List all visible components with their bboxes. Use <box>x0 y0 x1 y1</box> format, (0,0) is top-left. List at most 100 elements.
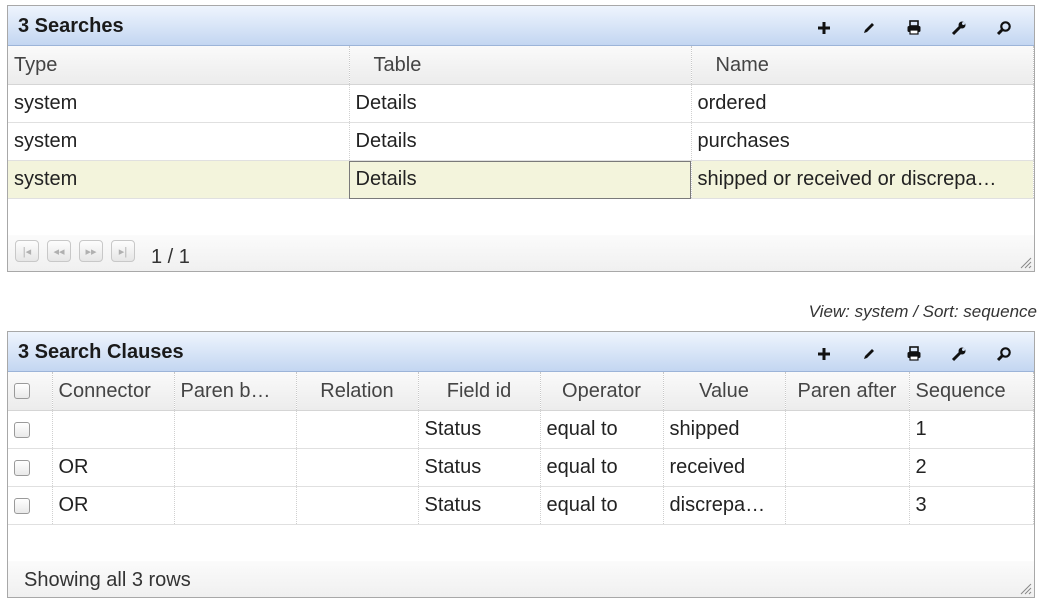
table-row[interactable]: system Details ordered <box>8 84 1034 123</box>
cell-paren-after[interactable] <box>785 448 910 487</box>
column-header-type[interactable]: Type <box>8 46 350 85</box>
cell-paren-after[interactable] <box>785 486 910 525</box>
row-checkbox[interactable] <box>14 421 30 438</box>
column-header-field-id[interactable]: Field id <box>418 372 541 411</box>
column-header-paren-before[interactable]: Paren b… <box>174 372 297 411</box>
row-checkbox[interactable] <box>14 459 30 476</box>
table-row[interactable]: system Details purchases <box>8 122 1034 161</box>
cell-type[interactable]: system <box>8 122 350 161</box>
cell-value[interactable]: discrepa… <box>663 486 786 525</box>
edit-icon <box>863 23 874 33</box>
cell-connector[interactable]: OR <box>52 448 175 487</box>
next-page-icon: ▸▸ <box>85 245 97 258</box>
table-row-selected[interactable]: system Details shipped or received or di… <box>8 160 1034 199</box>
column-header-relation[interactable]: Relation <box>296 372 419 411</box>
add-icon <box>817 22 830 34</box>
resize-grip-icon[interactable] <box>1020 257 1032 269</box>
cell-sequence[interactable]: 3 <box>909 486 1034 525</box>
cell-paren-before[interactable] <box>174 486 297 525</box>
column-header-sequence[interactable]: Sequence <box>909 372 1034 411</box>
row-checkbox-cell <box>8 448 53 487</box>
searches-title: 3 Searches <box>18 15 124 37</box>
search-icon <box>996 347 1011 362</box>
cell-relation[interactable] <box>296 410 419 449</box>
view-sort-info: View: system / Sort: sequence <box>808 302 1037 321</box>
settings-wrench-icon <box>951 21 965 36</box>
settings-wrench-icon <box>951 347 965 362</box>
cell-name[interactable]: purchases <box>691 122 1034 161</box>
table-row[interactable]: Status equal to shipped 1 <box>8 410 1034 449</box>
column-header-operator[interactable]: Operator <box>540 372 664 411</box>
searches-header-row: Type Table Name <box>8 46 1034 85</box>
column-header-value[interactable]: Value <box>663 372 786 411</box>
cell-field-id[interactable]: Status <box>418 448 541 487</box>
print-button[interactable] <box>891 343 936 365</box>
cell-paren-before[interactable] <box>174 410 297 449</box>
print-icon <box>907 346 920 361</box>
table-row[interactable]: OR Status equal to discrepa… 3 <box>8 486 1034 525</box>
column-header-connector[interactable]: Connector <box>52 372 175 411</box>
add-button[interactable] <box>801 17 846 39</box>
settings-button[interactable] <box>936 17 981 39</box>
prev-page-button[interactable]: ◂◂ <box>47 240 71 262</box>
clauses-title: 3 Search Clauses <box>18 341 184 363</box>
cell-table[interactable]: Details <box>349 160 692 199</box>
cell-operator[interactable]: equal to <box>540 448 664 487</box>
print-icon <box>907 20 920 35</box>
cell-field-id[interactable]: Status <box>418 410 541 449</box>
select-all-checkbox-cell <box>8 372 53 411</box>
pager: |◂ ◂◂ ▸▸ ▸| 1 / 1 <box>8 235 1034 271</box>
cell-operator[interactable]: equal to <box>540 486 664 525</box>
clauses-footer: Showing all 3 rows <box>8 561 1034 597</box>
cell-type[interactable]: system <box>8 84 350 123</box>
first-page-button[interactable]: |◂ <box>15 240 39 262</box>
column-header-table[interactable]: Table <box>349 46 692 85</box>
cell-table[interactable]: Details <box>349 84 692 123</box>
cell-sequence[interactable]: 1 <box>909 410 1034 449</box>
cell-value[interactable]: shipped <box>663 410 786 449</box>
cell-field-id[interactable]: Status <box>418 486 541 525</box>
cell-sequence[interactable]: 2 <box>909 448 1034 487</box>
select-all-checkbox[interactable] <box>14 383 30 400</box>
table-row[interactable]: OR Status equal to received 2 <box>8 448 1034 487</box>
searches-panel: 3 Searches Type Table Name system Detail… <box>7 5 1035 272</box>
last-page-button[interactable]: ▸| <box>111 240 135 262</box>
row-checkbox-cell <box>8 486 53 525</box>
row-checkbox[interactable] <box>14 497 30 514</box>
cell-operator[interactable]: equal to <box>540 410 664 449</box>
cell-name[interactable]: shipped or received or discrepa… <box>691 160 1034 199</box>
search-button[interactable] <box>981 343 1026 365</box>
resize-grip-icon[interactable] <box>1020 583 1032 595</box>
cell-type[interactable]: system <box>8 160 350 199</box>
settings-button[interactable] <box>936 343 981 365</box>
searches-table: Type Table Name system Details ordered s… <box>8 46 1034 199</box>
row-count-status: Showing all 3 rows <box>24 569 191 591</box>
page-indicator: 1 / 1 <box>151 246 190 268</box>
column-header-paren-after[interactable]: Paren after <box>785 372 910 411</box>
search-icon <box>996 21 1011 36</box>
add-button[interactable] <box>801 343 846 365</box>
cell-connector[interactable]: OR <box>52 486 175 525</box>
cell-name[interactable]: ordered <box>691 84 1034 123</box>
search-button[interactable] <box>981 17 1026 39</box>
cell-paren-after[interactable] <box>785 410 910 449</box>
cell-paren-before[interactable] <box>174 448 297 487</box>
clauses-header-row: Connector Paren b… Relation Field id Ope… <box>8 372 1034 411</box>
next-page-button[interactable]: ▸▸ <box>79 240 103 262</box>
first-page-icon: |◂ <box>22 245 32 258</box>
cell-relation[interactable] <box>296 486 419 525</box>
cell-table[interactable]: Details <box>349 122 692 161</box>
searches-titlebar: 3 Searches <box>8 6 1034 46</box>
cell-connector[interactable] <box>52 410 175 449</box>
prev-page-icon: ◂◂ <box>53 245 65 258</box>
edit-button[interactable] <box>846 343 891 365</box>
edit-button[interactable] <box>846 17 891 39</box>
clauses-toolbar <box>801 343 1026 365</box>
cell-value[interactable]: received <box>663 448 786 487</box>
cell-relation[interactable] <box>296 448 419 487</box>
search-clauses-panel: 3 Search Clauses Connector Paren b… Rela… <box>7 331 1035 598</box>
edit-icon <box>863 349 874 359</box>
print-button[interactable] <box>891 17 936 39</box>
column-header-name[interactable]: Name <box>691 46 1034 85</box>
row-checkbox-cell <box>8 410 53 449</box>
